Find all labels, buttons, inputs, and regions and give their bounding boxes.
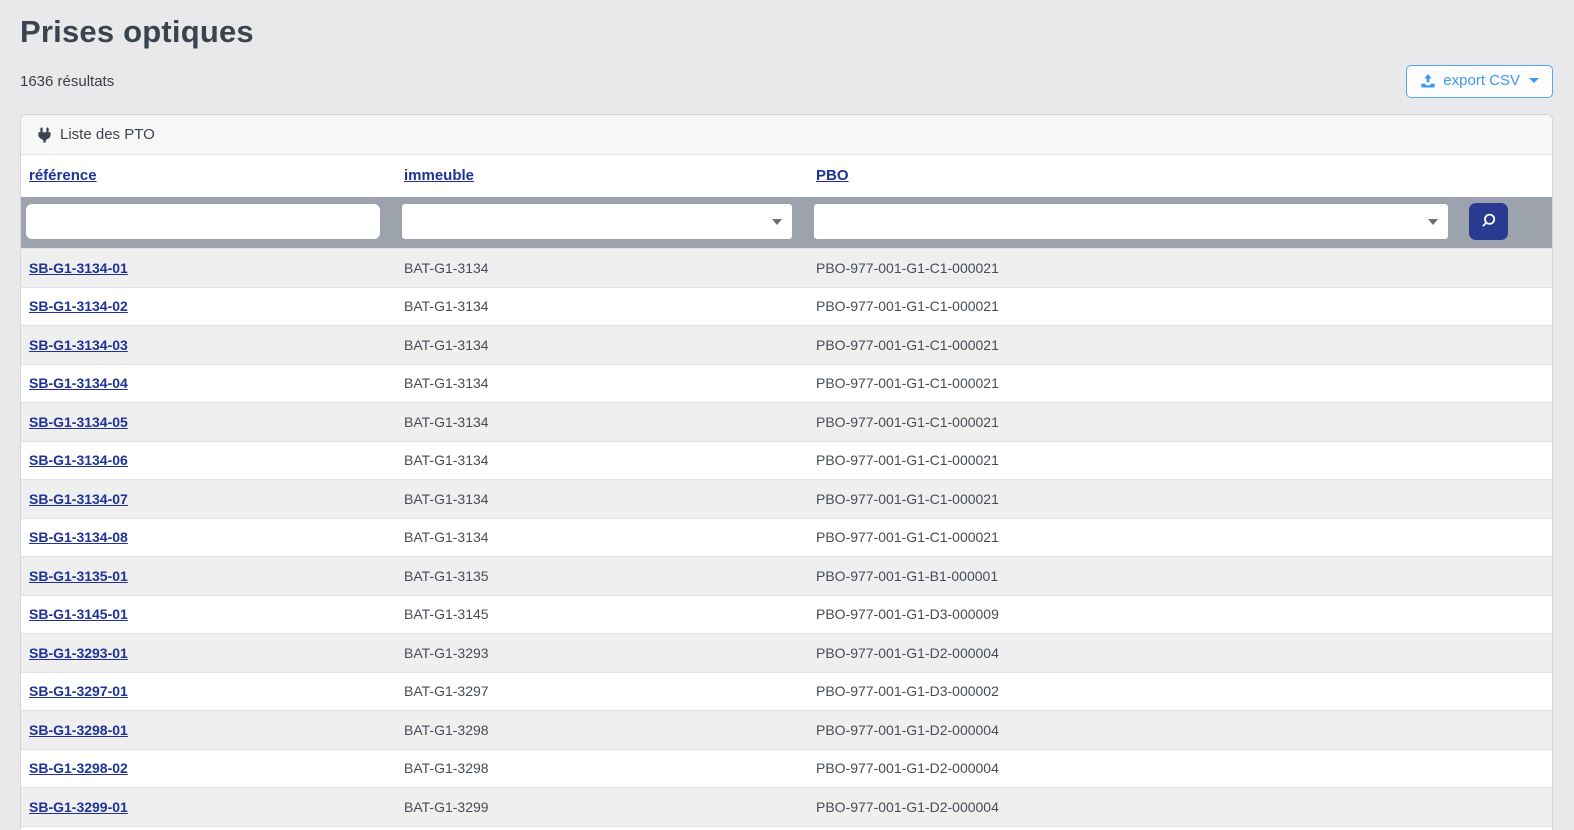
table-row: SB-G1-3134-07 BAT-G1-3134 PBO-977-001-G1… bbox=[21, 479, 1552, 518]
page: Prises optiques 1636 résultats export CS… bbox=[0, 0, 1574, 830]
reference-link[interactable]: SB-G1-3135-01 bbox=[29, 568, 128, 584]
immeuble-cell: BAT-G1-3297 bbox=[396, 671, 808, 711]
table-row: SB-G1-3145-01 BAT-G1-3145 PBO-977-001-G1… bbox=[21, 594, 1552, 634]
sort-reference-link[interactable]: référence bbox=[29, 167, 97, 184]
table-row: SB-G1-3134-04 BAT-G1-3134 PBO-977-001-G1… bbox=[21, 363, 1552, 403]
pbo-cell: PBO-977-001-G1-B1-000001 bbox=[808, 556, 1456, 595]
pbo-cell: PBO-977-001-G1-C1-000021 bbox=[808, 517, 1456, 557]
pto-card: Liste des PTO référence immeuble PBO SB-… bbox=[20, 114, 1553, 830]
pbo-cell: PBO-977-001-G1-D3-000002 bbox=[808, 671, 1456, 711]
table-row: SB-G1-3134-01 BAT-G1-3134 PBO-977-001-G1… bbox=[21, 248, 1552, 287]
reference-link[interactable]: SB-G1-3134-05 bbox=[29, 414, 128, 430]
immeuble-cell: BAT-G1-3134 bbox=[396, 363, 808, 403]
pbo-cell: PBO-977-001-G1-C1-000021 bbox=[808, 402, 1456, 441]
reference-link[interactable]: SB-G1-3298-01 bbox=[29, 722, 128, 738]
pbo-cell: PBO-977-001-G1-C1-000021 bbox=[808, 325, 1456, 364]
pto-table: référence immeuble PBO SB-G1-3134-01 BAT… bbox=[21, 155, 1552, 830]
filter-pbo-select[interactable] bbox=[814, 204, 1448, 239]
results-count: 1636 résultats bbox=[20, 72, 115, 90]
page-head: Prises optiques 1636 résultats export CS… bbox=[0, 0, 1574, 98]
export-csv-button[interactable]: export CSV bbox=[1406, 64, 1553, 98]
reference-link[interactable]: SB-G1-3297-01 bbox=[29, 683, 128, 699]
immeuble-cell: BAT-G1-3134 bbox=[396, 402, 808, 441]
immeuble-cell: BAT-G1-3134 bbox=[396, 517, 808, 557]
page-title: Prises optiques bbox=[20, 14, 254, 49]
immeuble-cell: BAT-G1-3134 bbox=[396, 286, 808, 326]
caret-down-icon bbox=[772, 219, 782, 225]
search-button[interactable] bbox=[1469, 203, 1508, 240]
table-row: SB-G1-3298-02 BAT-G1-3298 PBO-977-001-G1… bbox=[21, 748, 1552, 788]
pbo-cell: PBO-977-001-G1-C1-000021 bbox=[808, 440, 1456, 480]
immeuble-cell: BAT-G1-3145 bbox=[396, 594, 808, 634]
reference-link[interactable]: SB-G1-3134-01 bbox=[29, 260, 128, 276]
reference-link[interactable]: SB-G1-3298-02 bbox=[29, 760, 128, 776]
table-row: SB-G1-3134-05 BAT-G1-3134 PBO-977-001-G1… bbox=[21, 402, 1552, 441]
table-row: SB-G1-3134-02 BAT-G1-3134 PBO-977-001-G1… bbox=[21, 286, 1552, 326]
upload-icon bbox=[1420, 73, 1436, 89]
table-row: SB-G1-3293-01 BAT-G1-3293 PBO-977-001-G1… bbox=[21, 633, 1552, 672]
immeuble-cell: BAT-G1-3135 bbox=[396, 556, 808, 595]
table-row: SB-G1-3134-03 BAT-G1-3134 PBO-977-001-G1… bbox=[21, 325, 1552, 364]
sort-immeuble-link[interactable]: immeuble bbox=[404, 167, 474, 184]
search-icon bbox=[1480, 212, 1497, 232]
plug-icon bbox=[37, 127, 52, 143]
reference-link[interactable]: SB-G1-3145-01 bbox=[29, 606, 128, 622]
export-csv-label: export CSV bbox=[1443, 71, 1520, 89]
table-row: SB-G1-3297-01 BAT-G1-3297 PBO-977-001-G1… bbox=[21, 671, 1552, 711]
immeuble-cell: BAT-G1-3298 bbox=[396, 748, 808, 788]
reference-link[interactable]: SB-G1-3134-03 bbox=[29, 337, 128, 353]
table-body: SB-G1-3134-01 BAT-G1-3134 PBO-977-001-G1… bbox=[21, 248, 1552, 830]
reference-link[interactable]: SB-G1-3134-04 bbox=[29, 375, 128, 391]
pbo-cell: PBO-977-001-G1-C1-000021 bbox=[808, 363, 1456, 403]
reference-link[interactable]: SB-G1-3299-01 bbox=[29, 799, 128, 815]
reference-link[interactable]: SB-G1-3134-07 bbox=[29, 491, 128, 507]
pbo-cell: PBO-977-001-G1-C1-000021 bbox=[808, 479, 1456, 518]
table-row: SB-G1-3298-01 BAT-G1-3298 PBO-977-001-G1… bbox=[21, 710, 1552, 749]
caret-down-icon bbox=[1428, 219, 1438, 225]
reference-link[interactable]: SB-G1-3134-06 bbox=[29, 452, 128, 468]
immeuble-cell: BAT-G1-3299 bbox=[396, 787, 808, 826]
table-header-row: référence immeuble PBO bbox=[21, 155, 1552, 197]
immeuble-cell: BAT-G1-3134 bbox=[396, 248, 808, 287]
immeuble-cell: BAT-G1-3293 bbox=[396, 633, 808, 672]
immeuble-cell: BAT-G1-3134 bbox=[396, 440, 808, 480]
pbo-cell: PBO-977-001-G1-D2-000004 bbox=[808, 633, 1456, 672]
table-row: SB-G1-3299-01 BAT-G1-3299 PBO-977-001-G1… bbox=[21, 787, 1552, 826]
pbo-cell: PBO-977-001-G1-D2-000004 bbox=[808, 787, 1456, 826]
caret-down-icon bbox=[1529, 78, 1539, 83]
card-header-label: Liste des PTO bbox=[60, 126, 155, 143]
pbo-cell: PBO-977-001-G1-C1-000021 bbox=[808, 248, 1456, 287]
reference-link[interactable]: SB-G1-3134-08 bbox=[29, 529, 128, 545]
card-header: Liste des PTO bbox=[21, 115, 1552, 155]
filter-immeuble-select[interactable] bbox=[402, 204, 792, 239]
immeuble-cell: BAT-G1-3298 bbox=[396, 710, 808, 749]
immeuble-cell: BAT-G1-3134 bbox=[396, 325, 808, 364]
results-bar: 1636 résultats export CSV bbox=[20, 64, 1553, 98]
pbo-cell: PBO-977-001-G1-D3-000009 bbox=[808, 594, 1456, 634]
filter-row bbox=[21, 197, 1552, 249]
table-row: SB-G1-3134-06 BAT-G1-3134 PBO-977-001-G1… bbox=[21, 440, 1552, 480]
table-row: SB-G1-3135-01 BAT-G1-3135 PBO-977-001-G1… bbox=[21, 556, 1552, 595]
pbo-cell: PBO-977-001-G1-D2-000004 bbox=[808, 748, 1456, 788]
reference-link[interactable]: SB-G1-3293-01 bbox=[29, 645, 128, 661]
pbo-cell: PBO-977-001-G1-C1-000021 bbox=[808, 286, 1456, 326]
table-row: SB-G1-3134-08 BAT-G1-3134 PBO-977-001-G1… bbox=[21, 517, 1552, 557]
sort-pbo-link[interactable]: PBO bbox=[816, 167, 849, 184]
reference-link[interactable]: SB-G1-3134-02 bbox=[29, 298, 128, 314]
table-row-partial bbox=[21, 825, 1552, 830]
pbo-cell: PBO-977-001-G1-D2-000004 bbox=[808, 710, 1456, 749]
filter-reference-input[interactable] bbox=[26, 204, 380, 239]
immeuble-cell: BAT-G1-3134 bbox=[396, 479, 808, 518]
